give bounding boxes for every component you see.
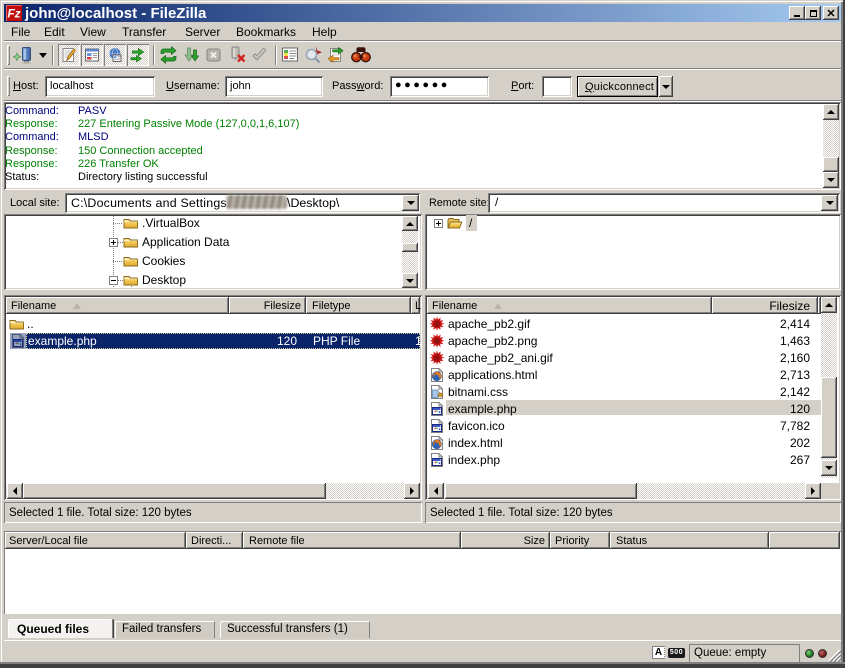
svg-text:Fz: Fz <box>7 7 20 21</box>
